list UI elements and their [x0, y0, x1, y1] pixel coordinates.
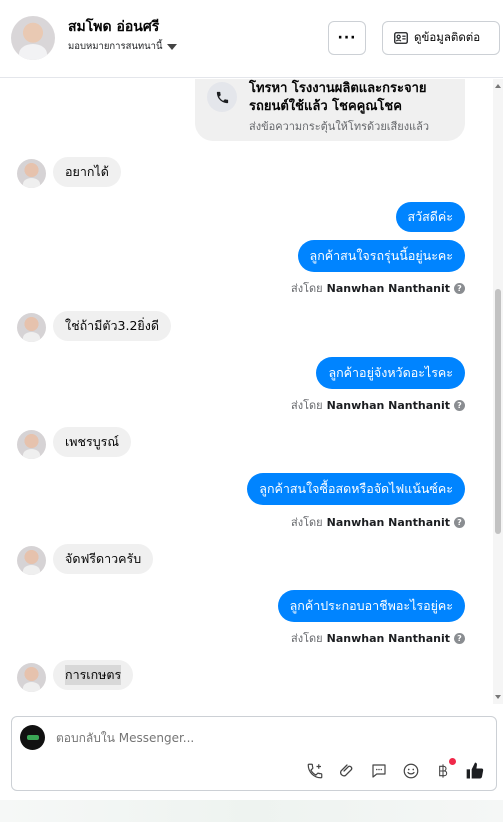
sender-avatar[interactable]	[17, 546, 46, 575]
sent-by-prefix: ส่งโดย	[291, 399, 323, 412]
caret-down-icon	[166, 43, 177, 50]
selected-text: การเกษตร	[65, 665, 122, 685]
sent-by-name: Nanwhan Nanthanit	[326, 515, 450, 529]
notification-dot	[449, 758, 456, 765]
help-icon[interactable]: ?	[454, 282, 465, 294]
baht-icon[interactable]	[432, 758, 456, 782]
outgoing-message[interactable]: ลูกค้าสนใจซื้อสดหรือจัดไฟแน้นซ์คะ	[247, 473, 465, 505]
incoming-message[interactable]: อยากได้	[53, 157, 121, 187]
phone-icon	[207, 82, 237, 112]
sent-by-label: ส่งโดย Nanwhan Nanthanit ?	[291, 513, 465, 531]
sent-by-name: Nanwhan Nanthanit	[326, 398, 450, 412]
emoji-icon[interactable]	[400, 760, 422, 782]
outgoing-message[interactable]: ลูกค้าอยู่จังหวัดอะไรคะ	[316, 357, 465, 389]
phone-plus-icon[interactable]	[304, 760, 326, 782]
sender-avatar[interactable]	[17, 430, 46, 459]
call-prompt-title: โทรหา โรงงานผลิตและกระจายรถยนต์ใช้แล้ว โ…	[249, 81, 427, 114]
sent-by-name: Nanwhan Nanthanit	[326, 631, 450, 645]
reply-input[interactable]	[56, 731, 476, 745]
assign-conversation-dropdown[interactable]: มอบหมายการสนทนานี้	[68, 39, 177, 54]
outgoing-message[interactable]: สวัสดีค่ะ	[395, 202, 465, 232]
more-dots-icon: ···	[337, 30, 357, 46]
help-icon[interactable]: ?	[454, 399, 465, 411]
thread-scrollbar[interactable]	[493, 79, 503, 704]
paperclip-icon[interactable]	[336, 760, 358, 782]
call-prompt-card: โทรหา โรงงานผลิตและกระจายรถยนต์ใช้แล้ว โ…	[195, 79, 465, 141]
view-contact-info-button[interactable]: ดูข้อมูลติดต่อ	[382, 21, 500, 55]
outgoing-message[interactable]: ลูกค้าประกอบอาชีพอะไรอยู่คะ	[277, 590, 465, 622]
message-thread: โทรหา โรงงานผลิตและกระจายรถยนต์ใช้แล้ว โ…	[0, 79, 493, 704]
incoming-message[interactable]: การเกษตร	[53, 660, 134, 690]
incoming-message[interactable]: จัดฟรีดาวครับ	[53, 544, 154, 574]
help-icon[interactable]: ?	[454, 516, 465, 528]
conversation-header: สมโพด อ่อนศรี มอบหมายการสนทนานี้ ··· ดูข…	[0, 0, 503, 78]
more-options-button[interactable]: ···	[328, 21, 366, 55]
contact-name[interactable]: สมโพด อ่อนศรี	[68, 16, 159, 38]
page-avatar	[20, 725, 45, 750]
help-icon[interactable]: ?	[454, 632, 465, 644]
incoming-message[interactable]: เพชรบูรณ์	[53, 427, 131, 457]
sent-by-label: ส่งโดย Nanwhan Nanthanit ?	[291, 396, 465, 414]
contact-card-icon	[394, 32, 408, 44]
assign-label: มอบหมายการสนทนานี้	[68, 41, 163, 52]
thumbs-up-icon[interactable]	[464, 760, 486, 782]
scroll-down-arrow-icon[interactable]	[495, 695, 501, 699]
footer-strip	[0, 800, 503, 822]
sender-avatar[interactable]	[17, 159, 46, 188]
sent-by-label: ส่งโดย Nanwhan Nanthanit ?	[291, 629, 465, 647]
scroll-up-arrow-icon[interactable]	[495, 84, 501, 88]
call-prompt-subtitle: ส่งข้อความกระตุ้นให้โทรด้วยเสียงแล้ว	[249, 120, 430, 133]
sent-by-prefix: ส่งโดย	[291, 282, 323, 295]
sender-avatar[interactable]	[17, 663, 46, 692]
sent-by-label: ส่งโดย Nanwhan Nanthanit ?	[291, 279, 465, 297]
sent-by-name: Nanwhan Nanthanit	[326, 281, 450, 295]
sent-by-prefix: ส่งโดย	[291, 516, 323, 529]
reply-composer	[11, 716, 497, 791]
saved-reply-icon[interactable]	[368, 760, 390, 782]
view-contact-info-label: ดูข้อมูลติดต่อ	[414, 30, 481, 44]
composer-toolbar	[304, 758, 486, 783]
sent-by-prefix: ส่งโดย	[291, 632, 323, 645]
contact-avatar[interactable]	[11, 16, 55, 60]
outgoing-message[interactable]: ลูกค้าสนใจรถรุ่นนี้อยู่นะคะ	[297, 240, 465, 272]
sender-avatar[interactable]	[17, 313, 46, 342]
incoming-message[interactable]: ใช่ถ้ามีตัว3.2ยิ่งดี	[53, 311, 171, 341]
scrollbar-thumb[interactable]	[495, 289, 501, 534]
